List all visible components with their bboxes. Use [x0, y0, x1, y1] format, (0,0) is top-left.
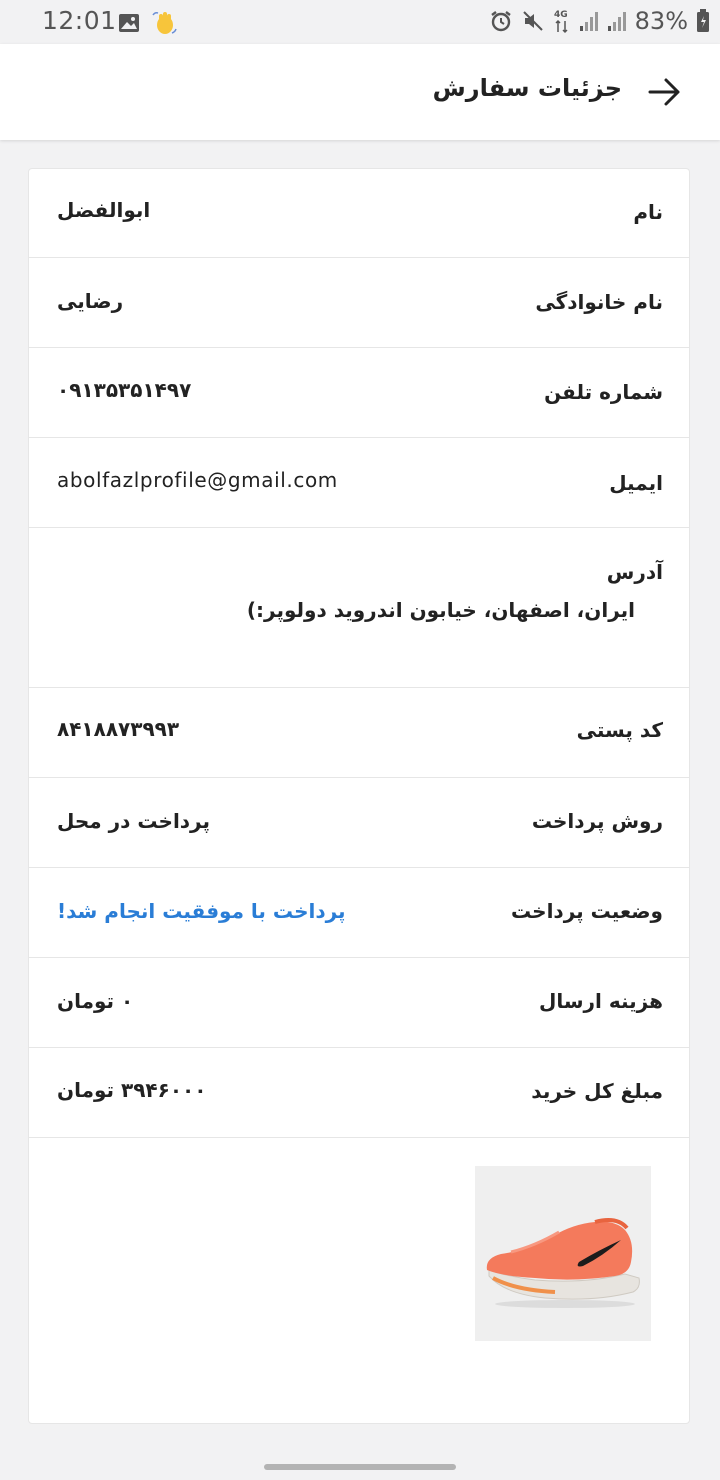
mute-icon	[522, 11, 543, 31]
row-email: ایمیل abolfazlprofile@gmail.com	[29, 438, 689, 528]
row-postal-code: کد پستی ۸۴۱۸۸۷۳۹۹۳	[29, 688, 689, 778]
signal-icon	[579, 12, 598, 31]
row-payment-method: روش پرداخت پرداخت در محل	[29, 778, 689, 868]
total-label: مبلغ کل خرید	[531, 1079, 663, 1103]
shipping-cost-label: هزینه ارسال	[539, 989, 663, 1013]
phone-value: ۰۹۱۳۵۳۵۱۴۹۷	[57, 378, 192, 402]
address-value: ایران، اصفهان، خیابون اندروید دولوپر:)	[246, 598, 635, 622]
battery-icon	[697, 9, 709, 32]
email-label: ایمیل	[609, 471, 663, 495]
email-value: abolfazlprofile@gmail.com	[57, 468, 338, 492]
payment-method-value: پرداخت در محل	[57, 809, 211, 833]
postal-code-label: کد پستی	[576, 718, 663, 742]
row-address: آدرس ایران، اصفهان، خیابون اندروید دولوپ…	[29, 528, 689, 688]
row-total: مبلغ کل خرید ۳۹۴۶۰۰۰ تومان	[29, 1048, 689, 1138]
row-phone: شماره تلفن ۰۹۱۳۵۳۵۱۴۹۷	[29, 348, 689, 438]
last-name-label: نام خانوادگی	[535, 290, 663, 314]
notification-icons	[118, 9, 178, 37]
status-right-icons: 4G 83%	[489, 7, 710, 35]
address-label: آدرس	[606, 560, 663, 584]
row-last-name: نام خانوادگی رضایی	[29, 258, 689, 348]
order-details-card: نام ابوالفضل نام خانوادگی رضایی شماره تل…	[28, 168, 690, 1424]
alarm-icon	[490, 11, 511, 32]
payment-status-label: وضعیت پرداخت	[510, 899, 663, 923]
page-title: جزئیات سفارش	[432, 74, 622, 102]
gesture-nav-handle[interactable]	[264, 1464, 456, 1470]
payment-method-label: روش پرداخت	[531, 809, 663, 833]
svg-text:4G: 4G	[554, 10, 568, 20]
network-4g-icon: 4G	[554, 10, 568, 34]
first-name-label: نام	[633, 200, 663, 224]
app-bar: جزئیات سفارش	[0, 44, 720, 140]
total-value: ۳۹۴۶۰۰۰ تومان	[57, 1078, 207, 1102]
product-image[interactable]	[475, 1166, 651, 1341]
arrow-right-icon	[648, 78, 680, 106]
row-payment-status: وضعیت پرداخت پرداخت با موفقیت انجام شد!	[29, 868, 689, 958]
payment-status-value: پرداخت با موفقیت انجام شد!	[57, 899, 346, 923]
status-time: 12:01	[42, 6, 117, 35]
phone-label: شماره تلفن	[544, 380, 663, 404]
back-button[interactable]	[646, 74, 684, 110]
status-bar: 12:01 4G 83%	[0, 0, 720, 44]
signal-icon-2	[607, 12, 626, 31]
waving-hand-icon	[152, 12, 177, 34]
image-icon	[119, 14, 139, 32]
first-name-value: ابوالفضل	[57, 198, 151, 222]
row-shipping-cost: هزینه ارسال ۰ تومان	[29, 958, 689, 1048]
last-name-value: رضایی	[57, 289, 124, 313]
running-shoe-image	[475, 1166, 651, 1341]
postal-code-value: ۸۴۱۸۸۷۳۹۹۳	[57, 717, 180, 741]
battery-percent: 83%	[634, 7, 688, 35]
shipping-cost-value: ۰ تومان	[57, 989, 134, 1013]
row-first-name: نام ابوالفضل	[29, 169, 689, 258]
